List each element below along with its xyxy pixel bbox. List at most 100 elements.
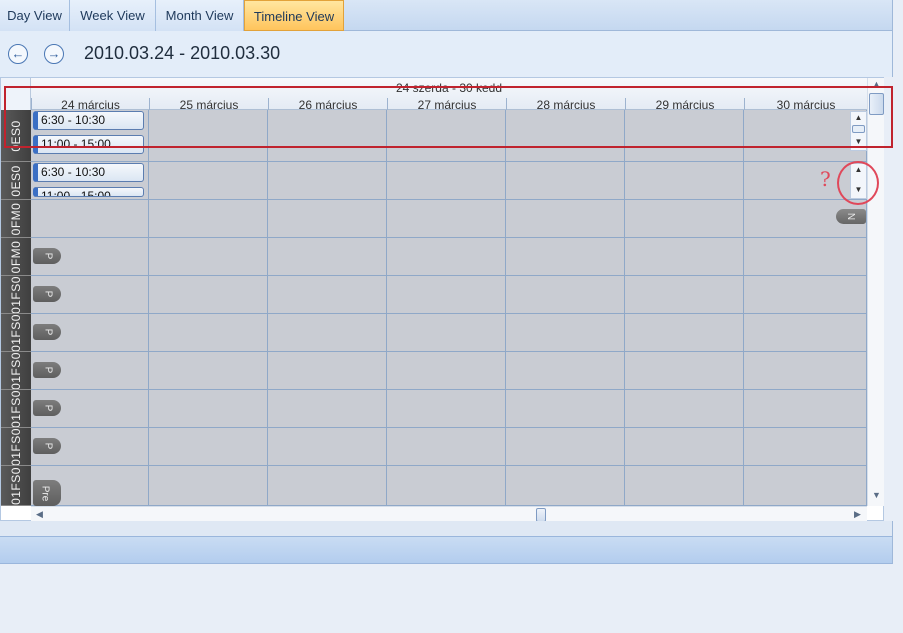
time-slot-cell[interactable] [149,466,268,506]
time-slot-cell[interactable] [268,428,387,466]
resource-header: 01FS0 [1,352,31,390]
time-slot-cell[interactable] [744,466,867,506]
annotation-circle [837,161,879,205]
time-slot-cell[interactable] [149,352,268,390]
time-slot-cell[interactable] [387,200,506,238]
time-slot-cell[interactable] [625,162,744,200]
time-slot-cell[interactable] [625,314,744,352]
resource-header: 01FS0 [1,466,31,506]
collapsed-appointment-indicator[interactable]: P [33,362,61,378]
scroll-left-icon[interactable]: ◀ [36,509,43,520]
time-slot-cell[interactable] [387,390,506,428]
indicator-label: Pre [39,485,51,502]
resource-header: 01FS0 [1,314,31,352]
time-slot-cell[interactable] [387,352,506,390]
time-slot-cell[interactable] [31,200,149,238]
time-slot-cell[interactable] [268,162,387,200]
view-tabbar: Day View Week View Month View Timeline V… [0,0,893,31]
time-slot-cell[interactable] [506,428,625,466]
time-slot-cell[interactable] [149,162,268,200]
date-range-label: 2010.03.24 - 2010.03.30 [84,43,281,63]
more-appointments-indicator[interactable]: N [836,209,866,224]
appointment[interactable]: 11:00 - 15:00 [33,187,144,197]
time-slot-cell[interactable] [744,352,867,390]
time-slot-cell[interactable] [387,314,506,352]
scroll-right-icon[interactable]: ▶ [854,509,861,520]
resource-row [31,352,867,390]
indicator-label: P [41,290,53,298]
collapsed-appointment-indicator[interactable]: Pre [33,480,61,506]
time-slot-cell[interactable] [506,276,625,314]
time-slot-cell[interactable] [268,200,387,238]
time-slot-cell[interactable] [625,352,744,390]
time-slot-cell[interactable] [149,428,268,466]
time-slot-cell[interactable] [744,238,867,276]
horizontal-scrollbar[interactable]: ◀ ▶ [31,506,867,522]
resource-row [31,314,867,352]
time-slot-cell[interactable] [744,314,867,352]
collapsed-appointment-indicator[interactable]: P [33,248,61,264]
resource-row [31,390,867,428]
resource-label: 0FM0 [9,240,23,273]
resource-row [31,238,867,276]
time-slot-cell[interactable] [506,390,625,428]
scroll-thumb[interactable] [536,508,546,522]
arrow-right-icon[interactable]: → [44,44,64,64]
time-slot-cell[interactable] [387,238,506,276]
time-slot-cell[interactable] [506,314,625,352]
arrow-left-icon[interactable]: ← [8,44,28,64]
time-slot-cell[interactable] [387,162,506,200]
time-slot-cell[interactable] [149,390,268,428]
time-slot-cell[interactable] [268,390,387,428]
tab-day-view[interactable]: Day View [0,0,70,31]
appointment[interactable]: 6:30 - 10:30 [33,163,144,182]
resource-row [31,428,867,466]
time-slot-cell[interactable] [506,466,625,506]
time-slot-cell[interactable] [625,276,744,314]
indicator-label: P [41,442,53,450]
time-slot-cell[interactable] [506,162,625,200]
time-slot-cell[interactable] [268,238,387,276]
time-slot-cell[interactable] [387,428,506,466]
resource-label: 0ES0 [9,164,23,197]
time-slot-cell[interactable] [506,352,625,390]
tab-timeline-view[interactable]: Timeline View [244,0,344,31]
resource-header: 0FM0 [1,238,31,276]
time-slot-cell[interactable] [149,314,268,352]
resource-label: 01FS0 [9,466,23,505]
tab-month-view[interactable]: Month View [156,0,244,31]
time-slot-cell[interactable] [268,352,387,390]
collapsed-appointment-indicator[interactable]: P [33,438,61,454]
time-slot-cell[interactable] [506,238,625,276]
time-slot-cell[interactable] [625,428,744,466]
time-slot-cell[interactable] [744,428,867,466]
scroll-down-icon[interactable]: ▼ [872,490,881,500]
resource-label: 01FS0 [9,428,23,466]
time-slot-cell[interactable] [744,390,867,428]
time-slot-cell[interactable] [387,276,506,314]
time-slot-cell[interactable] [268,276,387,314]
resource-header: 01FS0 [1,276,31,314]
annotation-question-mark: ? [820,167,831,191]
time-slot-cell[interactable] [625,200,744,238]
collapsed-appointment-indicator[interactable]: P [33,400,61,416]
time-slot-cell[interactable] [387,466,506,506]
collapsed-appointment-indicator[interactable]: P [33,286,61,302]
time-slot-cell[interactable] [625,390,744,428]
time-slot-cell[interactable] [625,466,744,506]
collapsed-appointment-indicator[interactable]: P [33,324,61,340]
tab-week-view[interactable]: Week View [70,0,156,31]
time-slot-cell[interactable] [268,466,387,506]
annotation-highlight-box [4,86,893,148]
indicator-label: P [41,366,53,374]
time-slot-cell[interactable] [268,314,387,352]
resource-row [31,162,867,200]
time-slot-cell[interactable] [149,200,268,238]
time-slot-cell[interactable] [744,276,867,314]
time-slot-cell[interactable] [149,238,268,276]
resource-label: 01FS0 [9,352,23,390]
time-slot-cell[interactable] [506,200,625,238]
time-slot-cell[interactable] [625,238,744,276]
resource-row [31,466,867,506]
time-slot-cell[interactable] [149,276,268,314]
